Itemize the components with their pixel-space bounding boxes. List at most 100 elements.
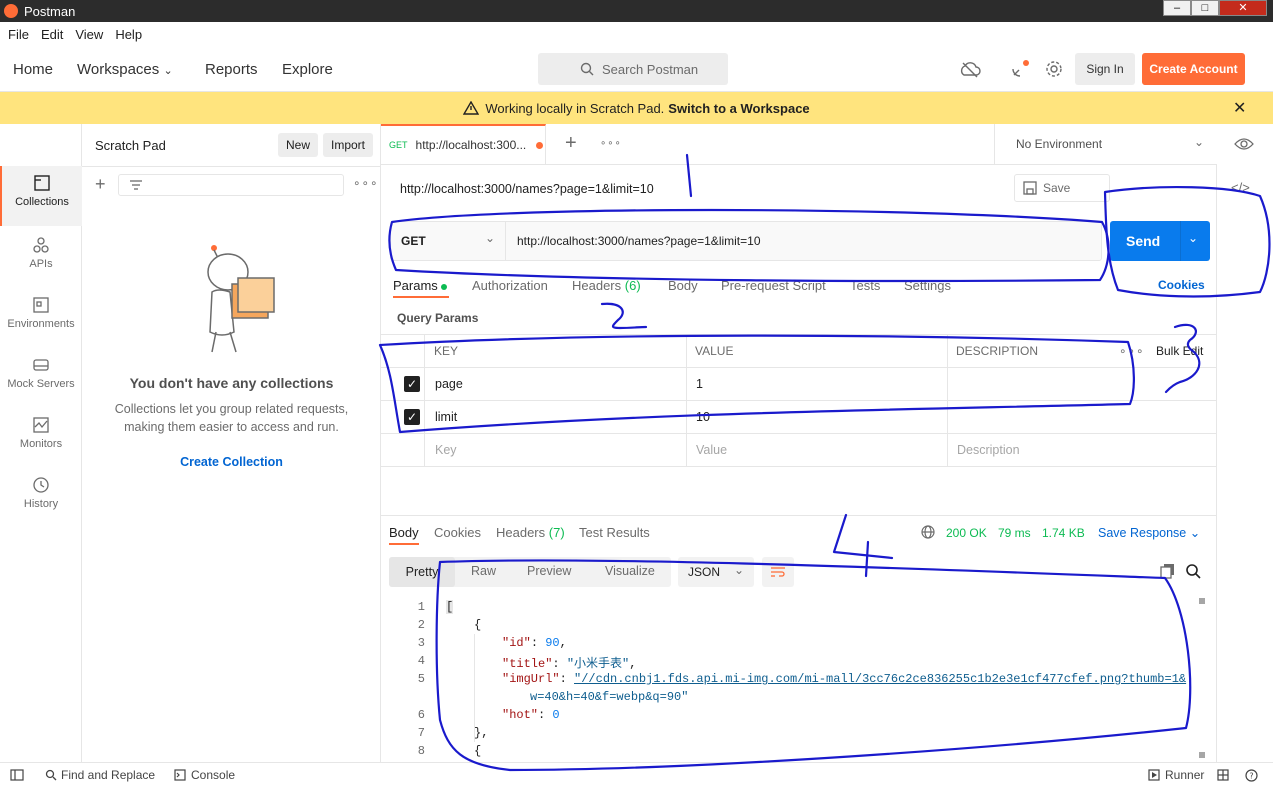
response-tab-headers[interactable]: Headers (7) <box>496 525 565 540</box>
minimize-button[interactable]: – <box>1163 0 1191 16</box>
menu-edit[interactable]: Edit <box>41 27 63 42</box>
rail-history[interactable]: History <box>0 468 82 524</box>
view-raw[interactable]: Raw <box>471 564 496 578</box>
send-button[interactable]: Send ⌄ <box>1110 221 1210 261</box>
method-select[interactable]: GET ⌄ <box>391 222 506 260</box>
environment-selector[interactable]: No Environment ⌄ <box>994 124 1216 164</box>
rail-mock-servers[interactable]: Mock Servers <box>0 348 82 404</box>
new-tab-icon[interactable]: + <box>565 132 577 155</box>
rail-apis[interactable]: APIs <box>0 228 82 284</box>
gear-icon[interactable] <box>1045 60 1063 78</box>
nav-workspaces[interactable]: Workspaces ⌄ <box>77 61 173 78</box>
menu-file[interactable]: File <box>8 27 29 42</box>
find-replace-button[interactable]: Find and Replace <box>45 768 155 782</box>
create-collection-link[interactable]: Create Collection <box>82 455 381 469</box>
response-body-viewer[interactable]: 1 2 3 4 5 6 7 8 [ { "id": 90, "title": "… <box>381 598 1211 758</box>
filter-input[interactable] <box>118 174 344 196</box>
key-placeholder[interactable]: Key <box>435 443 457 457</box>
import-button[interactable]: Import <box>323 133 374 157</box>
tab-tests[interactable]: Tests <box>850 278 880 293</box>
code-snippet-icon[interactable]: </> <box>1231 180 1250 195</box>
request-tab[interactable]: GET http://localhost:300... <box>381 124 546 164</box>
maximize-button[interactable]: □ <box>1191 0 1219 16</box>
search-icon[interactable] <box>1185 563 1201 579</box>
table-more-icon[interactable]: ∘∘∘ <box>1119 344 1145 358</box>
tab-body[interactable]: Body <box>668 278 698 293</box>
chevron-down-icon: ⌄ <box>484 231 495 245</box>
switch-workspace-link[interactable]: Switch to a Workspace <box>668 101 809 116</box>
help-icon[interactable]: ? <box>1245 769 1258 782</box>
wrap-lines-icon <box>771 567 785 577</box>
close-window-button[interactable]: ✕ <box>1219 0 1267 16</box>
apis-icon <box>33 237 49 253</box>
save-response-button[interactable]: Save Response ⌄ <box>1098 525 1200 540</box>
response-tab-body[interactable]: Body <box>389 525 419 540</box>
wrap-lines-button[interactable] <box>762 557 794 587</box>
view-visualize[interactable]: Visualize <box>605 564 655 578</box>
console-button[interactable]: Console <box>174 768 235 782</box>
code-key: "hot" <box>502 708 539 722</box>
bulk-edit-button[interactable]: Bulk Edit <box>1156 344 1203 358</box>
code-value[interactable]: "//cdn.cnbj1.fds.api.mi-img.com/mi-mall/… <box>574 672 1186 686</box>
row-checkbox[interactable]: ✓ <box>404 376 420 392</box>
tab-settings[interactable]: Settings <box>904 278 951 293</box>
rail-environments[interactable]: Environments <box>0 288 82 344</box>
console-label: Console <box>191 768 236 782</box>
save-button[interactable]: Save <box>1014 174 1110 202</box>
row-value[interactable]: 10 <box>696 410 710 424</box>
nav-home[interactable]: Home <box>13 61 53 78</box>
view-pretty[interactable]: Pretty <box>389 557 455 587</box>
nav-workspaces-label: Workspaces <box>77 61 160 78</box>
tab-headers[interactable]: Headers (6) <box>572 278 641 293</box>
eye-icon[interactable] <box>1234 136 1254 152</box>
more-options-icon[interactable]: ∘∘∘ <box>353 176 379 190</box>
close-icon[interactable]: ✕ <box>1233 98 1246 118</box>
environments-icon <box>33 297 49 313</box>
format-select[interactable]: JSON ⌄ <box>678 557 754 587</box>
sign-in-button[interactable]: Sign In <box>1075 53 1135 85</box>
response-tab-test-results[interactable]: Test Results <box>579 525 650 540</box>
nav-reports[interactable]: Reports <box>205 61 258 78</box>
search-input[interactable]: Search Postman <box>538 53 728 85</box>
cloud-sync-icon[interactable] <box>958 60 982 78</box>
add-icon[interactable]: + <box>95 174 106 195</box>
tab-more-icon[interactable]: ∘∘∘ <box>600 138 622 149</box>
divider <box>686 335 687 467</box>
tab-authorization[interactable]: Authorization <box>472 278 548 293</box>
copy-icon[interactable] <box>1160 563 1176 579</box>
menu-help[interactable]: Help <box>115 27 142 42</box>
vertical-scrollbar[interactable] <box>1198 598 1206 758</box>
create-account-button[interactable]: Create Account <box>1142 53 1245 85</box>
row-checkbox[interactable]: ✓ <box>404 409 420 425</box>
row-key[interactable]: limit <box>435 410 457 424</box>
save-label: Save <box>1043 181 1071 195</box>
url-input[interactable]: http://localhost:3000/names?page=1&limit… <box>517 234 761 248</box>
line-number: 2 <box>417 618 425 632</box>
menu-view[interactable]: View <box>75 27 103 42</box>
tab-pre-request-script[interactable]: Pre-request Script <box>721 278 826 293</box>
view-preview[interactable]: Preview <box>527 564 571 578</box>
row-key[interactable]: page <box>435 377 463 391</box>
sidebar-toggle-icon[interactable] <box>10 769 24 781</box>
runner-button[interactable]: Runner <box>1148 768 1204 782</box>
value-placeholder[interactable]: Value <box>696 443 727 457</box>
search-icon <box>580 62 594 76</box>
rail-collections[interactable]: Collections <box>0 166 82 226</box>
nav-explore[interactable]: Explore <box>282 61 333 78</box>
response-tab-cookies[interactable]: Cookies <box>434 525 481 540</box>
format-label: JSON <box>688 565 721 579</box>
tab-params[interactable]: Params <box>393 278 448 293</box>
rail-monitors[interactable]: Monitors <box>0 408 82 464</box>
runner-label: Runner <box>1165 768 1205 782</box>
code-key: "id" <box>502 636 531 650</box>
row-value[interactable]: 1 <box>696 377 703 391</box>
cookies-link[interactable]: Cookies <box>1158 278 1205 292</box>
layout-icon[interactable] <box>1217 769 1229 781</box>
params-table: KEY VALUE DESCRIPTION ∘∘∘ Bulk Edit ✓ pa… <box>381 334 1216 467</box>
response-headers-label: Headers <box>496 525 546 540</box>
empty-title: You don't have any collections <box>129 375 334 391</box>
satellite-icon[interactable] <box>1010 59 1030 79</box>
description-placeholder[interactable]: Description <box>957 443 1020 457</box>
rail-label: Environments <box>7 318 75 330</box>
new-button[interactable]: New <box>278 133 319 157</box>
